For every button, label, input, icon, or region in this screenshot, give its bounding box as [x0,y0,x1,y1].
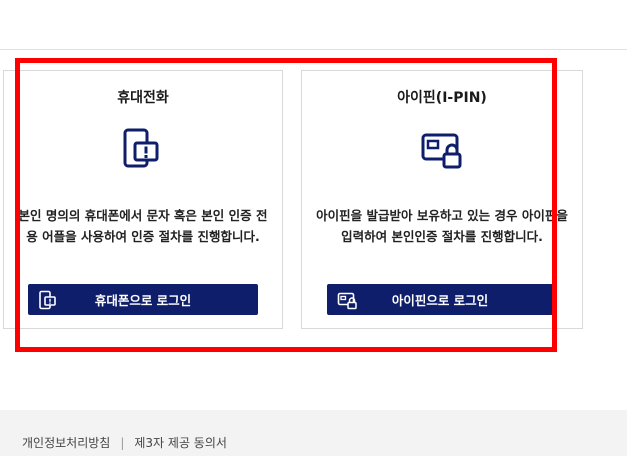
ipin-card-description: 아이핀을 발급받아 보유하고 있는 경우 아이핀을 입력하여 본인인증 절차를 … [316,208,568,244]
phone-login-button[interactable]: 휴대폰으로 로그인 [28,284,258,315]
phone-login-button-label: 휴대폰으로 로그인 [94,293,192,308]
footer: 개인정보처리방침 | 제3자 제공 동의서 [0,410,627,456]
ipin-auth-card: 아이핀(I-PIN) 아이핀을 발급받아 보유하고 있는 경우 아이핀을 입력하… [301,70,583,329]
ipin-login-button-label: 아이핀으로 로그인 [391,293,489,308]
footer-separator: | [120,436,125,450]
mobile-phone-alert-icon [123,128,159,168]
phone-card-title: 휴대전화 [117,90,169,106]
footer-links: 개인정보처리방침 | 제3자 제공 동의서 [22,434,227,451]
id-card-lock-icon [421,133,462,169]
ipin-card-title: 아이핀(I-PIN) [397,90,487,106]
phone-card-description: 본인 명의의 휴대폰에서 문자 혹은 본인 인증 전용 어플을 사용하여 인증 … [18,208,268,244]
ipin-login-button[interactable]: 아이핀으로 로그인 [327,284,553,315]
third-party-consent-link[interactable]: 제3자 제공 동의서 [134,436,227,450]
top-divider [0,49,627,50]
phone-auth-card: 휴대전화 본인 명의의 휴대폰에서 문자 혹은 본인 인증 전용 어플을 사용하… [3,70,283,329]
privacy-policy-link[interactable]: 개인정보처리방침 [22,436,110,450]
id-card-lock-icon [337,292,357,310]
mobile-phone-alert-icon [39,290,56,310]
